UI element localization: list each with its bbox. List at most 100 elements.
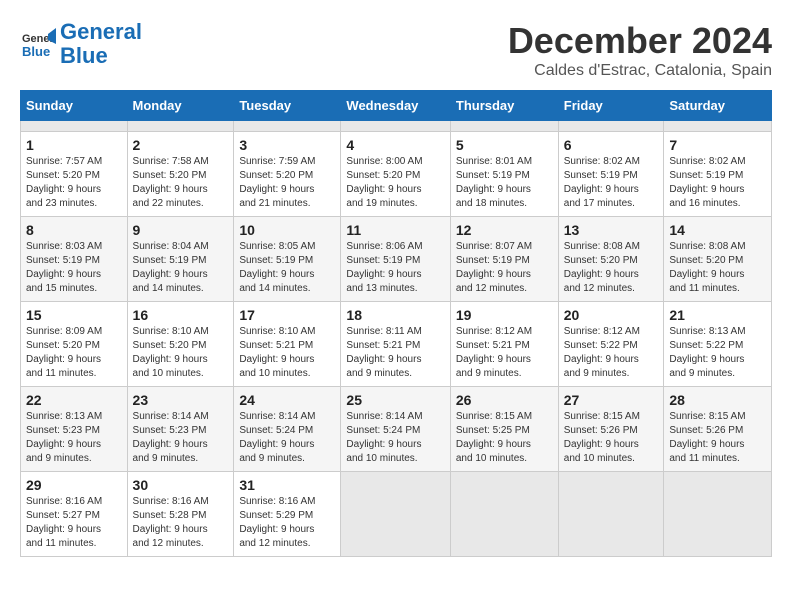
day-number: 5	[456, 137, 553, 153]
calendar-cell: 28 Sunrise: 8:15 AM Sunset: 5:26 PM Dayli…	[664, 387, 772, 472]
day-number: 22	[26, 392, 122, 408]
day-number: 30	[133, 477, 229, 493]
day-info: Sunrise: 8:02 AM Sunset: 5:19 PM Dayligh…	[669, 155, 766, 211]
day-info: Sunrise: 8:01 AM Sunset: 5:19 PM Dayligh…	[456, 155, 553, 211]
calendar-cell: 24Sunrise: 8:14 AM Sunset: 5:24 PM Dayli…	[234, 387, 341, 472]
calendar-cell: 30Sunrise: 8:16 AM Sunset: 5:28 PM Dayli…	[127, 472, 234, 557]
day-number: 27	[564, 392, 659, 408]
logo-line2: Blue	[60, 43, 108, 68]
weekday-header-saturday: Saturday	[664, 91, 772, 121]
day-number: 19	[456, 307, 553, 323]
calendar-week-row: 15Sunrise: 8:09 AM Sunset: 5:20 PM Dayli…	[21, 302, 772, 387]
calendar-cell: 10 Sunrise: 8:05 AM Sunset: 5:19 PM Dayli…	[234, 217, 341, 302]
calendar-cell: 1Sunrise: 7:57 AM Sunset: 5:20 PM Daylig…	[21, 132, 128, 217]
calendar-cell: 11Sunrise: 8:06 AM Sunset: 5:19 PM Dayli…	[341, 217, 450, 302]
day-info: Sunrise: 8:16 AM Sunset: 5:29 PM Dayligh…	[239, 495, 335, 551]
day-number: 13	[564, 222, 659, 238]
calendar-week-row: 8 Sunrise: 8:03 AM Sunset: 5:19 PM Daylig…	[21, 217, 772, 302]
day-info: Sunrise: 8:15 AM Sunset: 5:26 PM Dayligh…	[669, 410, 766, 466]
day-number: 1	[26, 137, 122, 153]
weekday-header-row: SundayMondayTuesdayWednesdayThursdayFrid…	[21, 91, 772, 121]
calendar-cell: 5 Sunrise: 8:01 AM Sunset: 5:19 PM Daylig…	[450, 132, 558, 217]
month-title: December 2024	[508, 20, 772, 62]
day-number: 28	[669, 392, 766, 408]
calendar-cell: 31Sunrise: 8:16 AM Sunset: 5:29 PM Dayli…	[234, 472, 341, 557]
weekday-header-monday: Monday	[127, 91, 234, 121]
day-number: 4	[346, 137, 444, 153]
day-info: Sunrise: 8:15 AM Sunset: 5:26 PM Dayligh…	[564, 410, 659, 466]
calendar-cell: 3 Sunrise: 7:59 AM Sunset: 5:20 PM Daylig…	[234, 132, 341, 217]
calendar-cell: 21 Sunrise: 8:13 AM Sunset: 5:22 PM Dayli…	[664, 302, 772, 387]
day-info: Sunrise: 8:04 AM Sunset: 5:19 PM Dayligh…	[133, 240, 229, 296]
day-number: 20	[564, 307, 659, 323]
day-number: 21	[669, 307, 766, 323]
day-info: Sunrise: 8:08 AM Sunset: 5:20 PM Dayligh…	[669, 240, 766, 296]
weekday-header-thursday: Thursday	[450, 91, 558, 121]
calendar-table: SundayMondayTuesdayWednesdayThursdayFrid…	[20, 90, 772, 557]
logo-icon: General Blue	[20, 26, 56, 62]
calendar-cell: 2Sunrise: 7:58 AM Sunset: 5:20 PM Daylig…	[127, 132, 234, 217]
day-info: Sunrise: 8:12 AM Sunset: 5:22 PM Dayligh…	[564, 325, 659, 381]
calendar-cell: 20 Sunrise: 8:12 AM Sunset: 5:22 PM Dayli…	[558, 302, 664, 387]
day-info: Sunrise: 8:13 AM Sunset: 5:23 PM Dayligh…	[26, 410, 122, 466]
calendar-cell: 8 Sunrise: 8:03 AM Sunset: 5:19 PM Daylig…	[21, 217, 128, 302]
page-header: General Blue General Blue December 2024 …	[20, 20, 772, 80]
svg-text:Blue: Blue	[22, 44, 50, 59]
calendar-week-row	[21, 121, 772, 132]
day-info: Sunrise: 8:07 AM Sunset: 5:19 PM Dayligh…	[456, 240, 553, 296]
day-info: Sunrise: 8:15 AM Sunset: 5:25 PM Dayligh…	[456, 410, 553, 466]
day-number: 6	[564, 137, 659, 153]
day-number: 18	[346, 307, 444, 323]
day-number: 17	[239, 307, 335, 323]
calendar-cell	[664, 472, 772, 557]
calendar-cell: 22 Sunrise: 8:13 AM Sunset: 5:23 PM Dayli…	[21, 387, 128, 472]
calendar-cell	[127, 121, 234, 132]
calendar-cell	[558, 121, 664, 132]
calendar-cell: 26 Sunrise: 8:15 AM Sunset: 5:25 PM Dayli…	[450, 387, 558, 472]
calendar-cell: 18 Sunrise: 8:11 AM Sunset: 5:21 PM Dayli…	[341, 302, 450, 387]
day-info: Sunrise: 8:14 AM Sunset: 5:24 PM Dayligh…	[239, 410, 335, 466]
day-info: Sunrise: 8:05 AM Sunset: 5:19 PM Dayligh…	[239, 240, 335, 296]
day-info: Sunrise: 8:14 AM Sunset: 5:24 PM Dayligh…	[346, 410, 444, 466]
day-info: Sunrise: 8:03 AM Sunset: 5:19 PM Dayligh…	[26, 240, 122, 296]
calendar-cell: 12 Sunrise: 8:07 AM Sunset: 5:19 PM Dayli…	[450, 217, 558, 302]
day-number: 14	[669, 222, 766, 238]
day-info: Sunrise: 8:09 AM Sunset: 5:20 PM Dayligh…	[26, 325, 122, 381]
day-number: 2	[133, 137, 229, 153]
calendar-cell	[558, 472, 664, 557]
calendar-cell: 7 Sunrise: 8:02 AM Sunset: 5:19 PM Daylig…	[664, 132, 772, 217]
day-number: 26	[456, 392, 553, 408]
day-info: Sunrise: 8:11 AM Sunset: 5:21 PM Dayligh…	[346, 325, 444, 381]
calendar-cell: 9 Sunrise: 8:04 AM Sunset: 5:19 PM Daylig…	[127, 217, 234, 302]
day-number: 23	[133, 392, 229, 408]
day-number: 9	[133, 222, 229, 238]
day-info: Sunrise: 8:14 AM Sunset: 5:23 PM Dayligh…	[133, 410, 229, 466]
day-info: Sunrise: 7:59 AM Sunset: 5:20 PM Dayligh…	[239, 155, 335, 211]
day-info: Sunrise: 8:02 AM Sunset: 5:19 PM Dayligh…	[564, 155, 659, 211]
day-info: Sunrise: 8:08 AM Sunset: 5:20 PM Dayligh…	[564, 240, 659, 296]
calendar-week-row: 22 Sunrise: 8:13 AM Sunset: 5:23 PM Dayli…	[21, 387, 772, 472]
day-info: Sunrise: 8:10 AM Sunset: 5:21 PM Dayligh…	[239, 325, 335, 381]
day-number: 8	[26, 222, 122, 238]
day-info: Sunrise: 8:12 AM Sunset: 5:21 PM Dayligh…	[456, 325, 553, 381]
day-number: 7	[669, 137, 766, 153]
day-info: Sunrise: 8:10 AM Sunset: 5:20 PM Dayligh…	[133, 325, 229, 381]
calendar-cell	[450, 472, 558, 557]
calendar-cell	[234, 121, 341, 132]
calendar-cell: 23 Sunrise: 8:14 AM Sunset: 5:23 PM Dayli…	[127, 387, 234, 472]
day-info: Sunrise: 8:00 AM Sunset: 5:20 PM Dayligh…	[346, 155, 444, 211]
title-block: December 2024 Caldes d'Estrac, Catalonia…	[508, 20, 772, 80]
calendar-cell: 19 Sunrise: 8:12 AM Sunset: 5:21 PM Dayli…	[450, 302, 558, 387]
calendar-week-row: 29Sunrise: 8:16 AM Sunset: 5:27 PM Dayli…	[21, 472, 772, 557]
calendar-cell: 16 Sunrise: 8:10 AM Sunset: 5:20 PM Dayli…	[127, 302, 234, 387]
day-info: Sunrise: 8:13 AM Sunset: 5:22 PM Dayligh…	[669, 325, 766, 381]
weekday-header-wednesday: Wednesday	[341, 91, 450, 121]
day-number: 25	[346, 392, 444, 408]
day-number: 3	[239, 137, 335, 153]
day-number: 12	[456, 222, 553, 238]
weekday-header-sunday: Sunday	[21, 91, 128, 121]
calendar-cell: 25 Sunrise: 8:14 AM Sunset: 5:24 PM Dayli…	[341, 387, 450, 472]
day-number: 16	[133, 307, 229, 323]
weekday-header-friday: Friday	[558, 91, 664, 121]
day-number: 10	[239, 222, 335, 238]
